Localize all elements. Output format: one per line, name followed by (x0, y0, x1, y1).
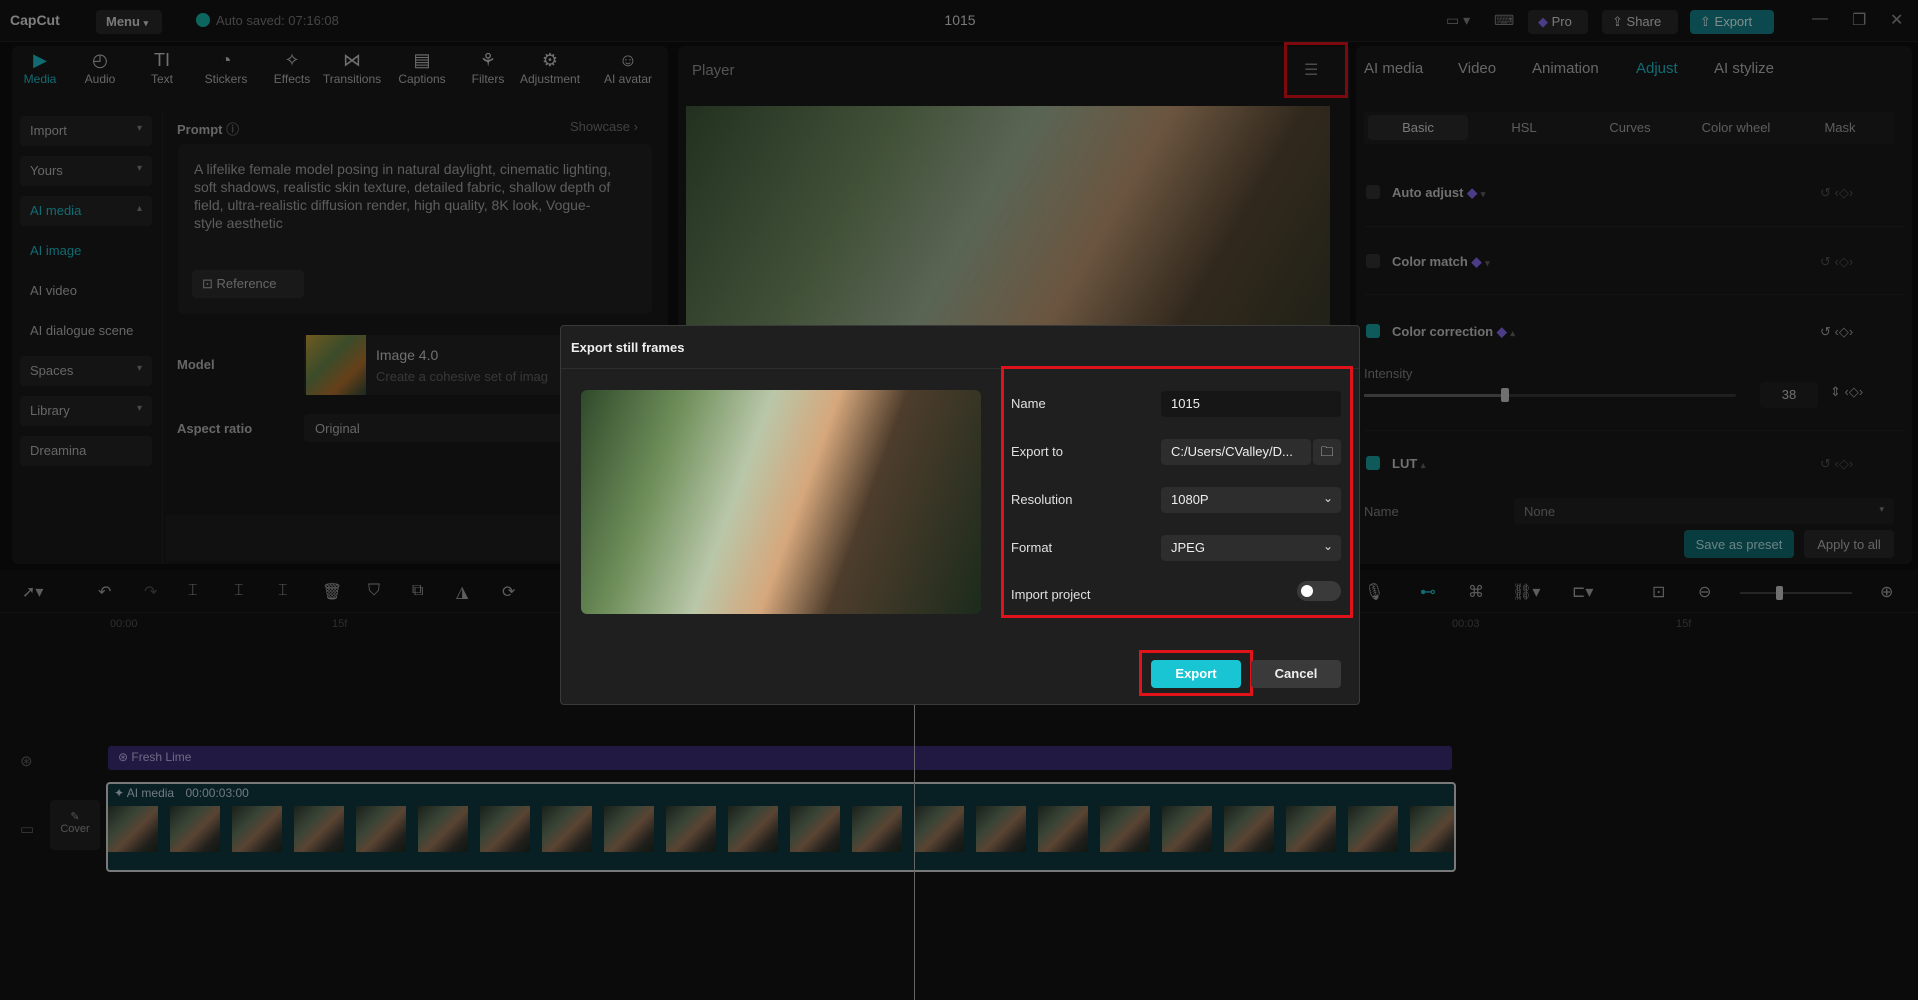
export-still-frames-dialog: Export still frames Name 1015 Export to … (560, 325, 1360, 705)
chevron-down-icon: ⌄ (1322, 491, 1333, 505)
export-to-label: Export to (1011, 444, 1064, 459)
toggle-knob (1301, 585, 1313, 597)
format-value: JPEG (1171, 540, 1205, 555)
dialog-title: Export still frames (571, 340, 685, 355)
chevron-down-icon: ⌄ (1322, 539, 1333, 553)
format-label: Format (1011, 540, 1053, 555)
resolution-select[interactable]: 1080P ⌄ (1161, 487, 1341, 513)
frame-preview (581, 390, 981, 614)
name-input[interactable]: 1015 (1161, 391, 1341, 417)
name-label: Name (1011, 396, 1046, 411)
folder-icon[interactable]: 🗀 (1313, 439, 1341, 465)
import-project-toggle[interactable] (1297, 581, 1341, 601)
resolution-value: 1080P (1171, 492, 1209, 507)
export-path-input[interactable]: C:/Users/CValley/D... (1161, 439, 1311, 465)
resolution-label: Resolution (1011, 492, 1073, 507)
import-project-label: Import project (1011, 587, 1091, 602)
cancel-button[interactable]: Cancel (1251, 660, 1341, 688)
export-button[interactable]: Export (1151, 660, 1241, 688)
format-select[interactable]: JPEG ⌄ (1161, 535, 1341, 561)
